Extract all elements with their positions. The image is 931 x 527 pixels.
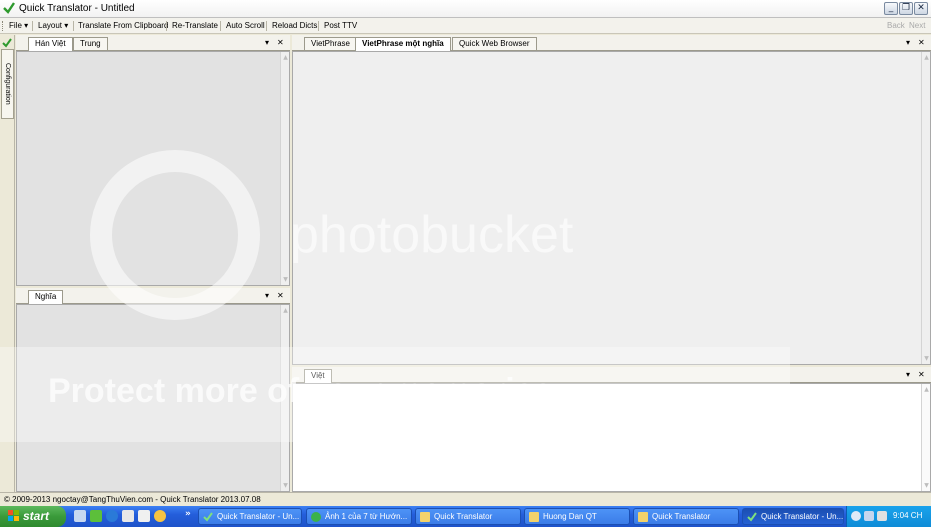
configuration-tab[interactable]: Configuration — [1, 49, 14, 119]
separator — [32, 21, 33, 31]
separator — [318, 21, 319, 31]
taskbar-item-quick-translator-folder-2[interactable]: Quick Translator — [633, 508, 739, 525]
protect-watermark: Protect more of your memories — [48, 372, 553, 410]
taskbar-item-quick-translator-folder[interactable]: Quick Translator — [415, 508, 521, 525]
vietphrase-tabstrip: VietPhrase VietPhrase một nghĩa Quick We… — [292, 35, 931, 51]
photobucket-logo-ring — [90, 150, 260, 320]
panel-dropdown-icon[interactable]: ▾ — [265, 38, 269, 47]
taskbar-item-image-viewer[interactable]: Ảnh 1 của 7 từ Hướn... — [306, 508, 412, 525]
scroll-down-icon[interactable]: ▼ — [282, 276, 289, 283]
system-tray: 9:04 CH — [846, 506, 931, 527]
panel-dropdown-icon[interactable]: ▾ — [906, 370, 910, 379]
tab-han-viet[interactable]: Hán Việt — [28, 37, 73, 51]
quicklaunch-smiley-icon[interactable] — [154, 510, 166, 522]
restore-button[interactable]: ❐ — [899, 2, 913, 15]
check-icon — [747, 512, 757, 522]
tab-trung[interactable]: Trung — [73, 37, 108, 50]
folder-icon — [529, 512, 539, 522]
close-window-button[interactable]: ✕ — [914, 2, 928, 15]
panel-dropdown-icon[interactable]: ▾ — [906, 38, 910, 47]
tab-vietphrase-mot-nghia[interactable]: VietPhrase một nghĩa — [355, 37, 451, 51]
app-check-icon — [3, 2, 15, 14]
window-title: Quick Translator - Untitled — [19, 3, 135, 14]
scroll-up-icon[interactable]: ▲ — [923, 386, 930, 393]
minimize-button[interactable]: _ — [884, 2, 898, 15]
tray-arrow-icon[interactable] — [851, 511, 861, 521]
vertical-scrollbar[interactable]: ▲ ▼ — [921, 384, 930, 491]
check-icon — [203, 512, 213, 522]
tab-quick-web-browser[interactable]: Quick Web Browser — [452, 37, 537, 50]
taskbar-item-quick-translator-1[interactable]: Quick Translator - Un... — [198, 508, 302, 525]
panel-close-icon[interactable]: ✕ — [277, 38, 284, 47]
quicklaunch-document-icon[interactable] — [122, 510, 134, 522]
folder-icon — [638, 512, 648, 522]
vertical-scrollbar[interactable]: ▲ ▼ — [921, 52, 930, 364]
start-button[interactable]: start — [0, 506, 66, 527]
panel-close-icon[interactable]: ✕ — [918, 38, 925, 47]
separator — [266, 21, 267, 31]
status-bar: © 2009-2013 ngoctay@TangThuVien.com - Qu… — [0, 492, 931, 506]
scroll-up-icon[interactable]: ▲ — [282, 307, 289, 314]
tab-vietphrase[interactable]: VietPhrase — [304, 37, 357, 50]
quicklaunch-check-icon[interactable] — [90, 510, 102, 522]
tray-volume-icon[interactable] — [877, 511, 887, 521]
quicklaunch-notepad-icon[interactable] — [138, 510, 150, 522]
windows-flag-icon — [8, 510, 19, 521]
post-ttv-button[interactable]: Post TTV — [324, 21, 357, 30]
quicklaunch-network-icon[interactable] — [74, 510, 86, 522]
auto-scroll-button[interactable]: Auto Scroll — [226, 21, 265, 30]
next-button[interactable]: Next — [909, 21, 925, 30]
reload-dicts-button[interactable]: Reload Dicts — [272, 21, 317, 30]
panel-close-icon[interactable]: ✕ — [277, 291, 284, 300]
toolbar: File ▾ Layout ▾ Translate From Clipboard… — [0, 18, 931, 34]
layout-menu[interactable]: Layout ▾ — [38, 21, 68, 30]
quicklaunch-ie-icon[interactable] — [106, 510, 118, 522]
taskbar-item-quick-translator-active[interactable]: Quick Translator - Un... — [742, 508, 844, 525]
file-menu[interactable]: File ▾ — [9, 21, 28, 30]
clock: 9:04 CH — [893, 511, 923, 520]
scroll-down-icon[interactable]: ▼ — [923, 482, 930, 489]
translate-from-clipboard-button[interactable]: Translate From Clipboard — [78, 21, 168, 30]
quicklaunch-overflow-icon[interactable]: » — [185, 509, 191, 519]
separator — [73, 21, 74, 31]
separator — [220, 21, 221, 31]
start-label: start — [23, 509, 50, 523]
toolbar-grip[interactable] — [2, 21, 4, 31]
folder-icon — [420, 512, 430, 522]
panel-dropdown-icon[interactable]: ▾ — [265, 291, 269, 300]
status-text: © 2009-2013 ngoctay@TangThuVien.com - Qu… — [4, 495, 261, 504]
scroll-up-icon[interactable]: ▲ — [282, 54, 289, 61]
tray-network-icon[interactable] — [864, 511, 874, 521]
check-icon — [2, 38, 12, 48]
tab-nghia[interactable]: Nghĩa — [28, 290, 64, 304]
panel-close-icon[interactable]: ✕ — [918, 370, 925, 379]
back-button[interactable]: Back — [887, 21, 905, 30]
browser-icon — [311, 512, 321, 522]
scroll-down-icon[interactable]: ▼ — [923, 355, 930, 362]
vertical-scrollbar[interactable]: ▲ ▼ — [280, 52, 289, 285]
vietphrase-panel: VietPhrase VietPhrase một nghĩa Quick We… — [292, 35, 931, 365]
separator — [166, 21, 167, 31]
taskbar: start » Quick Translator - Un... Ảnh 1 c… — [0, 506, 931, 527]
scroll-up-icon[interactable]: ▲ — [923, 54, 930, 61]
scroll-down-icon[interactable]: ▼ — [282, 482, 289, 489]
retranslate-button[interactable]: Re-Translate — [172, 21, 218, 30]
han-viet-tabstrip: Hán Việt Trung ▾ ✕ — [16, 35, 290, 51]
title-bar: Quick Translator - Untitled _ ❐ ✕ — [0, 0, 931, 18]
photobucket-watermark: photobucket — [290, 206, 574, 264]
taskbar-item-huong-dan-qt[interactable]: Huong Dan QT — [524, 508, 630, 525]
